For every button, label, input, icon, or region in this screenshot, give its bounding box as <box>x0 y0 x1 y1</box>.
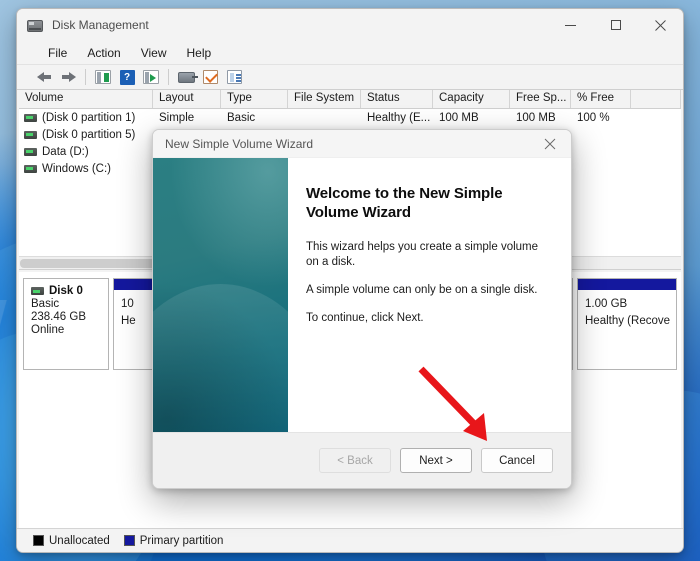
close-icon <box>655 19 666 31</box>
column-header-status[interactable]: Status <box>361 90 433 108</box>
disk-management-window: Disk Management File Action View Help ? <box>16 8 684 553</box>
disk-name: Disk 0 <box>49 285 83 297</box>
wizard-body: Welcome to the New Simple Volume Wizard … <box>153 158 571 488</box>
partition-block[interactable]: 1.00 GB Healthy (Recove <box>577 278 677 370</box>
toolbar: ? <box>17 65 683 90</box>
wizard-close-button[interactable] <box>529 130 571 158</box>
menu-item-file[interactable]: File <box>39 44 76 62</box>
wizard-paragraph-2: A simple volume can only be on a single … <box>306 284 538 296</box>
menu-item-action[interactable]: Action <box>78 44 129 62</box>
menu-bar: File Action View Help <box>17 41 683 65</box>
column-header-layout[interactable]: Layout <box>153 90 221 108</box>
volume-drive-icon <box>24 147 37 156</box>
cell-free-space: 100 MB <box>516 111 556 124</box>
disk-info-box[interactable]: Disk 0 Basic 238.46 GB Online <box>23 278 109 370</box>
column-header-percent-free[interactable]: % Free <box>571 90 631 108</box>
legend-swatch-unallocated <box>33 535 44 546</box>
cancel-button[interactable]: Cancel <box>481 448 553 473</box>
close-button[interactable] <box>638 9 683 41</box>
legend-label: Primary partition <box>139 534 224 547</box>
cell-status: Healthy (E... <box>367 111 431 124</box>
wizard-paragraph-3: To continue, click Next. <box>306 312 424 324</box>
wizard-title: New Simple Volume Wizard <box>165 136 314 151</box>
forward-button[interactable] <box>57 67 79 88</box>
partition-status: Healthy (Recove <box>585 315 671 327</box>
disk-drive-icon <box>31 287 44 295</box>
legend-label: Unallocated <box>49 534 110 547</box>
legend-item-unallocated: Unallocated <box>33 535 110 547</box>
window-titlebar: Disk Management <box>17 9 683 41</box>
legend: Unallocated Primary partition <box>17 528 683 552</box>
arrow-left-icon <box>36 71 52 83</box>
disk-status: Online <box>31 324 65 336</box>
close-icon <box>544 138 556 150</box>
arrow-right-icon <box>61 71 76 83</box>
legend-swatch-primary <box>123 535 135 546</box>
column-header-spacer <box>631 90 681 108</box>
question-mark-icon: ? <box>119 69 135 85</box>
column-header-file-system[interactable]: File System <box>288 90 361 108</box>
minimize-button[interactable] <box>548 9 593 41</box>
disk-type: Basic <box>31 298 60 310</box>
check-button[interactable] <box>199 67 221 88</box>
column-header-free-space[interactable]: Free Sp... <box>510 90 571 108</box>
back-button[interactable] <box>33 67 55 88</box>
cell-volume: Data (D:) <box>42 145 89 158</box>
cell-volume: (Disk 0 partition 1) <box>42 111 136 124</box>
volume-drive-icon <box>24 113 37 122</box>
window-controls <box>548 9 683 41</box>
wizard-titlebar: New Simple Volume Wizard <box>153 130 571 158</box>
disk-title: Disk 0 <box>31 285 102 297</box>
toolbar-separator <box>85 69 86 85</box>
volume-drive-icon <box>24 164 37 173</box>
new-simple-volume-wizard-dialog: New Simple Volume Wizard Welcome to the … <box>152 129 572 489</box>
cell-volume: (Disk 0 partition 5) <box>42 128 136 141</box>
column-header-capacity[interactable]: Capacity <box>433 90 510 108</box>
volume-list-header: Volume Layout Type File System Status Ca… <box>19 90 681 109</box>
hard-disk-icon <box>27 17 44 34</box>
next-button[interactable]: Next > <box>400 448 472 473</box>
properties-icon <box>226 70 242 84</box>
menu-item-view[interactable]: View <box>132 44 176 62</box>
show-action-pane-button[interactable] <box>140 67 162 88</box>
cell-volume: Windows (C:) <box>42 162 112 175</box>
window-title: Disk Management <box>52 18 149 32</box>
menu-item-help[interactable]: Help <box>178 44 221 62</box>
help-button[interactable]: ? <box>116 67 138 88</box>
column-header-volume[interactable]: Volume <box>19 90 153 108</box>
cell-type: Basic <box>227 111 256 124</box>
cell-layout: Simple <box>159 111 195 124</box>
wizard-heading: Welcome to the New Simple Volume Wizard <box>306 185 503 221</box>
checkmark-icon <box>202 70 218 84</box>
wizard-paragraph-1: This wizard helps you create a simple vo… <box>306 241 539 268</box>
console-tree-icon <box>95 70 111 84</box>
properties-button[interactable] <box>223 67 245 88</box>
table-row[interactable]: (Disk 0 partition 1) Simple Basic Health… <box>19 109 681 126</box>
partition-color-bar <box>578 279 676 290</box>
cell-percent-free: 100 % <box>577 111 610 124</box>
cell-capacity: 100 MB <box>439 111 479 124</box>
disk-drive-icon <box>177 71 198 83</box>
toolbar-separator <box>168 69 169 85</box>
maximize-button[interactable] <box>593 9 638 41</box>
disk-capacity: 238.46 GB <box>31 311 86 323</box>
action-pane-icon <box>143 70 159 84</box>
partition-size: 1.00 GB <box>585 298 628 310</box>
legend-item-primary-partition: Primary partition <box>123 534 224 547</box>
wizard-side-banner <box>153 158 342 488</box>
rescan-disks-button[interactable] <box>175 67 198 88</box>
show-hide-console-tree-button[interactable] <box>92 67 114 88</box>
column-header-type[interactable]: Type <box>221 90 288 108</box>
volume-drive-icon <box>24 130 37 139</box>
